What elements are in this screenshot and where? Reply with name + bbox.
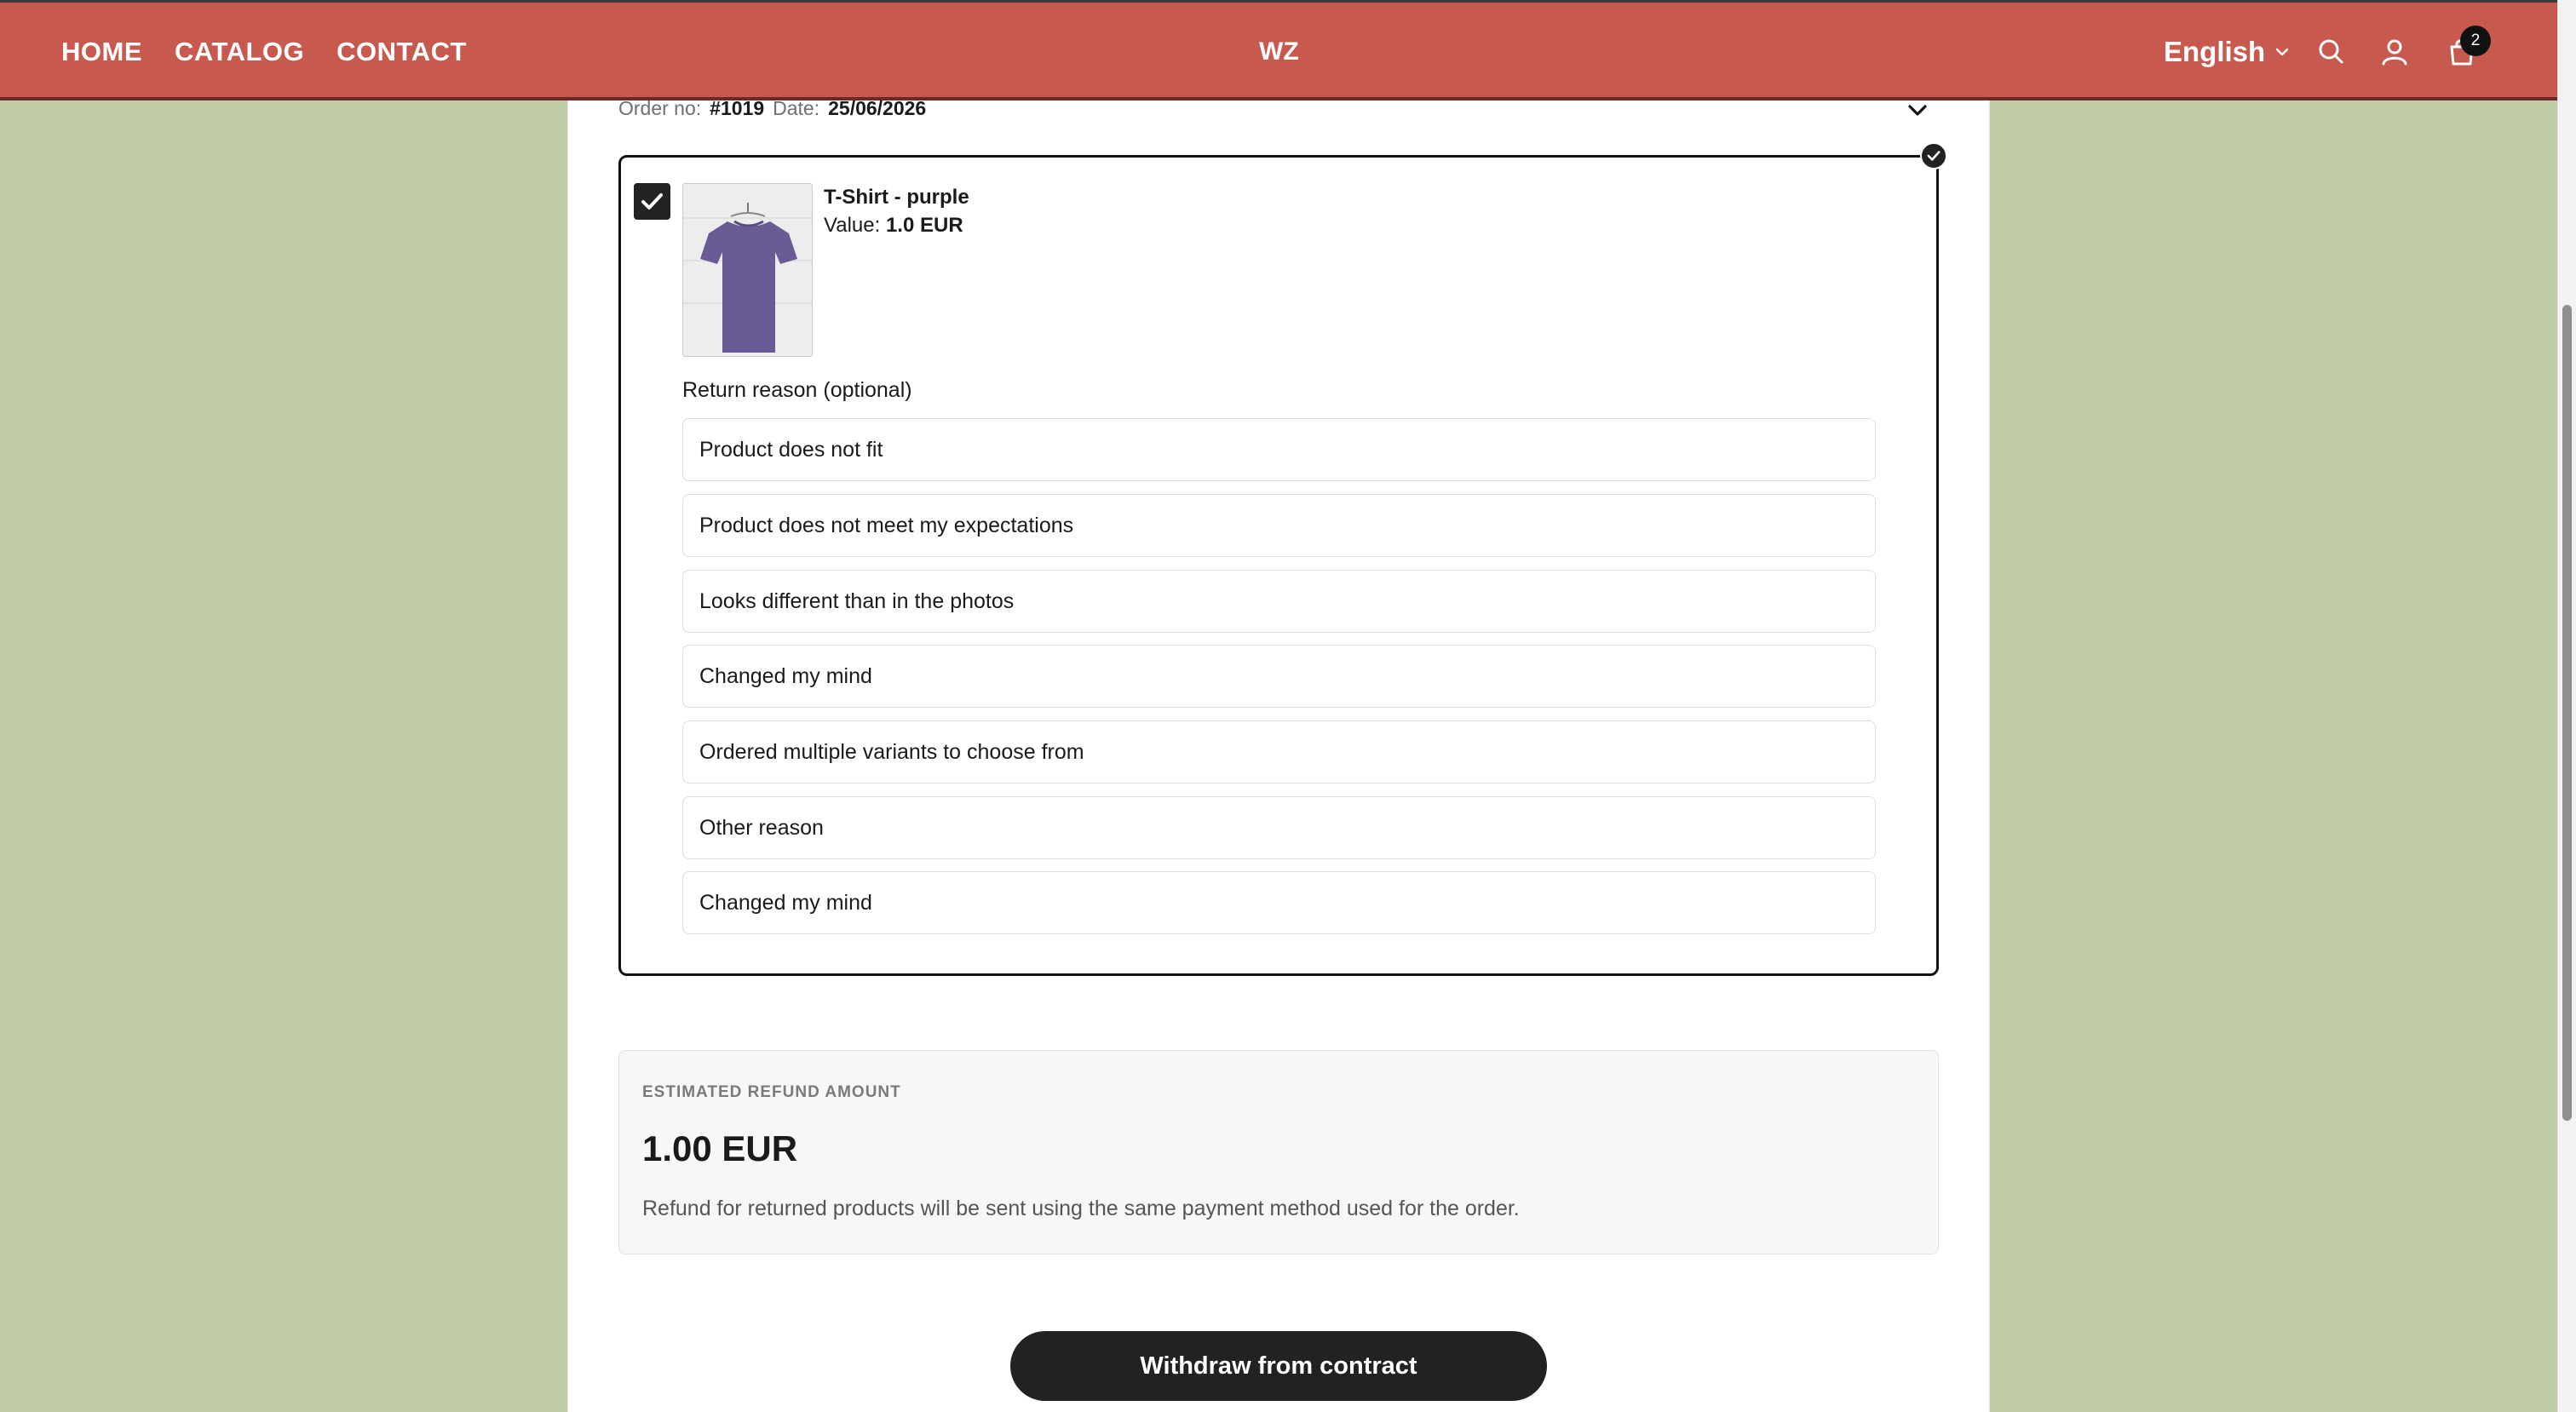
withdraw-button[interactable]: Withdraw from contract <box>1010 1331 1547 1401</box>
product-value: Value: 1.0 EUR <box>824 214 963 238</box>
reason-option[interactable]: Changed my mind <box>682 645 1876 708</box>
reason-option[interactable]: Ordered multiple variants to choose from <box>682 720 1876 783</box>
product-value-amount: 1.0 EUR <box>885 214 963 237</box>
return-reason-label: Return reason (optional) <box>682 378 912 402</box>
order-date-label: Date: <box>773 97 820 119</box>
chevron-down-icon <box>2275 48 2289 55</box>
refund-summary <box>618 1050 1939 1254</box>
selected-check-icon <box>1920 142 1947 169</box>
order-summary: Order no: #1019 Date: 25/06/2026 <box>618 97 926 120</box>
nav-home-link[interactable]: HOME <box>61 37 142 67</box>
scrollbar-thumb[interactable] <box>2562 305 2572 1121</box>
site-header: HOME CATALOG CONTACT WZ English 2 <box>0 0 2557 100</box>
user-icon[interactable] <box>2378 35 2412 69</box>
site-logo[interactable]: WZ <box>1259 3 1299 100</box>
chevron-down-icon[interactable] <box>1905 97 1930 123</box>
reason-option[interactable]: Product does not meet my expectations <box>682 494 1876 557</box>
product-value-label: Value: <box>824 214 881 237</box>
product-name: T-Shirt - purple <box>824 186 969 209</box>
reason-option[interactable]: Other reason <box>682 796 1876 859</box>
refund-note: Refund for returned products will be sen… <box>642 1197 1520 1220</box>
refund-amount: 1.00 EUR <box>642 1128 798 1168</box>
search-icon[interactable] <box>2314 35 2349 69</box>
main-nav: HOME CATALOG CONTACT <box>61 3 467 100</box>
language-selector[interactable]: English <box>2164 3 2291 100</box>
order-date: 25/06/2026 <box>828 97 927 119</box>
cart-count-badge: 2 <box>2460 26 2491 56</box>
nav-catalog-link[interactable]: CATALOG <box>175 37 304 67</box>
nav-contact-link[interactable]: CONTACT <box>336 37 467 67</box>
reason-option[interactable]: Changed my mind <box>682 871 1876 934</box>
language-label: English <box>2164 35 2266 67</box>
order-number-label: Order no: <box>618 97 702 119</box>
order-number: #1019 <box>710 97 765 119</box>
item-checkbox[interactable] <box>634 183 670 220</box>
product-image <box>682 183 813 357</box>
reason-option[interactable]: Product does not fit <box>682 418 1876 481</box>
refund-label: ESTIMATED REFUND AMOUNT <box>642 1083 901 1101</box>
page: HOME CATALOG CONTACT WZ English 2 Order … <box>0 0 2576 1412</box>
reason-option[interactable]: Looks different than in the photos <box>682 570 1876 633</box>
